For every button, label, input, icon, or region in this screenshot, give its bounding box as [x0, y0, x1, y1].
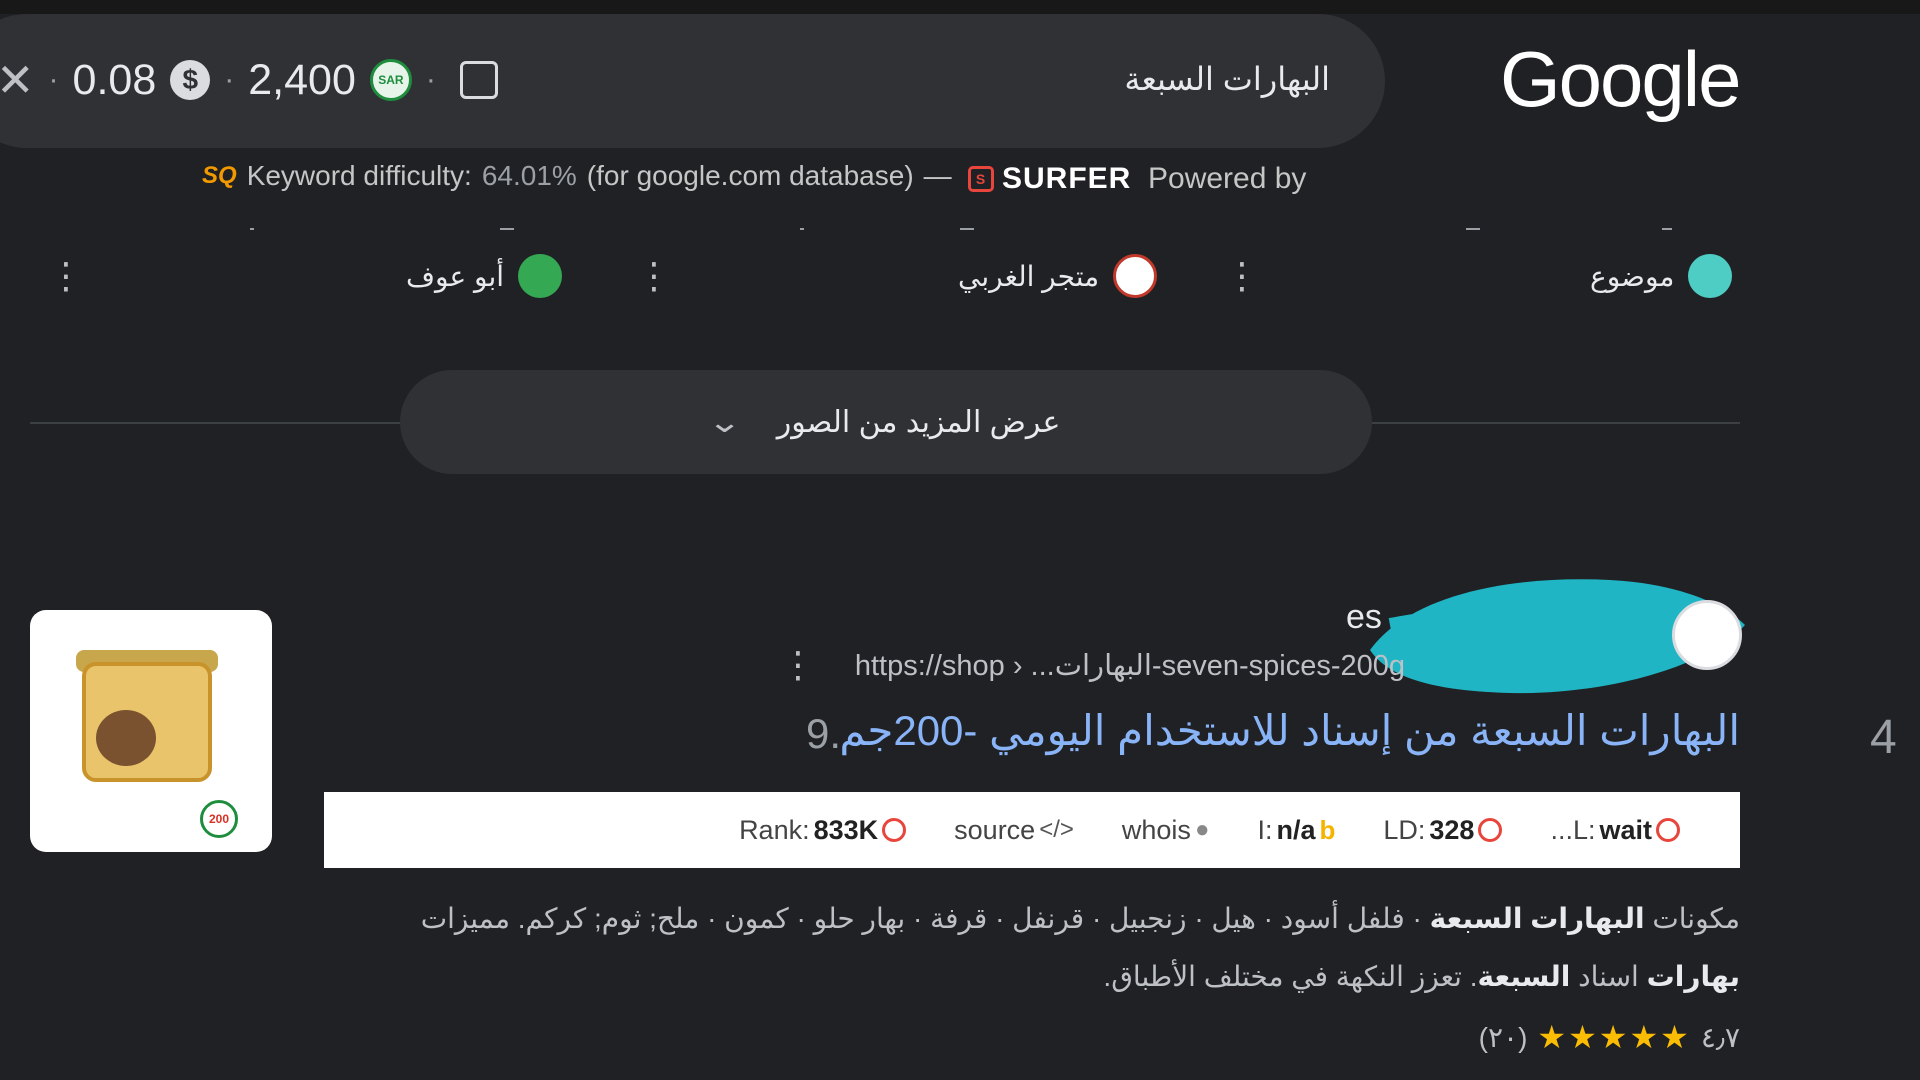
- result-rating: ٤٫٧ ★★★★★ (٢٠): [1479, 1018, 1740, 1056]
- divider-tick: [1466, 228, 1480, 230]
- rating-value: ٤٫٧: [1700, 1021, 1740, 1053]
- person-icon: ●: [1194, 816, 1210, 843]
- dollar-icon: $: [170, 60, 211, 100]
- chip-topic[interactable]: موضوع: [1590, 254, 1733, 298]
- chevron-down-icon: ⌄: [706, 405, 742, 439]
- more-options-icon[interactable]: ⋮: [636, 258, 672, 294]
- spice-image: [96, 710, 156, 766]
- source-label: source: [954, 814, 1036, 845]
- links-label: ...L:: [1550, 814, 1596, 845]
- kd-dash: —: [923, 160, 952, 191]
- cpc-value: 0.08: [72, 55, 157, 104]
- keyword-metrics: ✕ · 0.08 $ · 2,400 SAR ·: [0, 50, 498, 110]
- seo-toolbar: Rank: 833K source </> whois ● I: n/a b L…: [324, 792, 1740, 868]
- links-value: wait: [1599, 814, 1652, 845]
- more-options-icon[interactable]: ⋮: [780, 644, 816, 686]
- ld-label: LD:: [1383, 814, 1426, 845]
- show-more-images-label: عرض المزيد من الصور: [776, 405, 1061, 439]
- surfer-label: SURFER: [1002, 162, 1132, 195]
- chip-store[interactable]: متجر الغربي: [958, 254, 1158, 298]
- star-rating-icon: ★★★★★: [1537, 1019, 1691, 1055]
- chip-label: موضوع: [1590, 260, 1675, 292]
- refresh-icon: [882, 818, 907, 842]
- index-value: n/a: [1276, 814, 1316, 845]
- keyword-difficulty-line: SQ Keyword difficulty: 64.01% (for googl…: [202, 160, 952, 192]
- divider-tick: [960, 228, 974, 230]
- seo-linking-domains[interactable]: LD: 328: [1383, 814, 1503, 846]
- surfer-brand[interactable]: S SURFER: [968, 162, 1131, 196]
- separator-dot: ·: [48, 63, 59, 96]
- country-flag-icon: SAR: [369, 59, 412, 101]
- topic-icon: [1688, 254, 1733, 298]
- refresh-icon: [1656, 818, 1680, 842]
- more-options-icon[interactable]: ⋮: [1224, 258, 1260, 294]
- search-result: 200 es https://shop › ...البهارات-seven-…: [0, 540, 1920, 1080]
- seoquake-icon: SQ: [202, 162, 237, 189]
- divider-tick: [500, 228, 514, 230]
- chip-label: متجر الغربي: [958, 260, 1100, 292]
- search-query[interactable]: البهارات السبعة: [1124, 60, 1330, 98]
- kd-value: 64.01%: [481, 160, 577, 191]
- seo-bing-index[interactable]: I: n/a b: [1257, 815, 1335, 846]
- seo-rank[interactable]: Rank: 833K: [739, 814, 907, 846]
- keyword-checkbox[interactable]: [459, 61, 498, 99]
- divider: [1372, 422, 1740, 424]
- rank-label: Rank:: [739, 814, 810, 845]
- refresh-icon: [1478, 818, 1503, 842]
- surfer-logo-icon: S: [968, 166, 994, 192]
- ld-value: 328: [1429, 814, 1475, 845]
- image-chips-row: موضوع ⋮ متجر الغربي ⋮ أبو عوف ⋮: [0, 250, 1920, 300]
- seo-links[interactable]: ...L: wait: [1550, 815, 1680, 846]
- separator-dot: ·: [425, 63, 436, 96]
- leaf-icon: [518, 254, 563, 298]
- divider-tick: [800, 228, 804, 230]
- clear-search-icon[interactable]: ✕: [0, 53, 35, 107]
- result-title-link[interactable]: البهارات السبعة من إسناد للاستخدام اليوم…: [839, 706, 1740, 755]
- whois-label: whois: [1121, 814, 1191, 845]
- bing-icon: b: [1319, 814, 1336, 845]
- store-icon: [1113, 254, 1158, 298]
- index-label: I:: [1257, 814, 1273, 845]
- code-icon: </>: [1039, 816, 1074, 843]
- top-strip: [0, 0, 1920, 14]
- separator-dot: ·: [224, 63, 235, 96]
- search-volume-value: 2,400: [248, 55, 356, 104]
- more-options-icon[interactable]: ⋮: [48, 258, 84, 294]
- chip-label: أبو عوف: [406, 260, 505, 292]
- rating-count: (٢٠): [1478, 1021, 1528, 1053]
- seo-whois[interactable]: whois ●: [1122, 815, 1210, 846]
- result-snippet: مكونات البهارات السبعة · فلفل أسود · هيل…: [420, 903, 1740, 992]
- result-title-suffix: 9.: [806, 710, 842, 757]
- divider-tick: [1662, 228, 1672, 230]
- google-logo[interactable]: Google: [1500, 34, 1742, 125]
- weight-badge: 200: [200, 800, 238, 838]
- divider-tick: [250, 228, 254, 230]
- divider: [30, 422, 400, 424]
- seo-source[interactable]: source </>: [954, 815, 1074, 846]
- rank-value: 833K: [813, 814, 879, 845]
- chip-abu-auf[interactable]: أبو عوف: [406, 254, 563, 298]
- show-more-images-button[interactable]: ⌄ عرض المزيد من الصور: [400, 370, 1372, 474]
- powered-by-text: Powered by: [1148, 162, 1307, 195]
- result-position: 4: [1870, 711, 1897, 764]
- kd-db-note: (for google.com database): [586, 160, 914, 191]
- site-favicon[interactable]: [1672, 600, 1742, 670]
- kd-label: Keyword difficulty:: [246, 160, 472, 191]
- result-url[interactable]: https://shop › ...البهارات-seven-spices-…: [855, 648, 1405, 683]
- product-thumbnail[interactable]: 200: [30, 610, 272, 852]
